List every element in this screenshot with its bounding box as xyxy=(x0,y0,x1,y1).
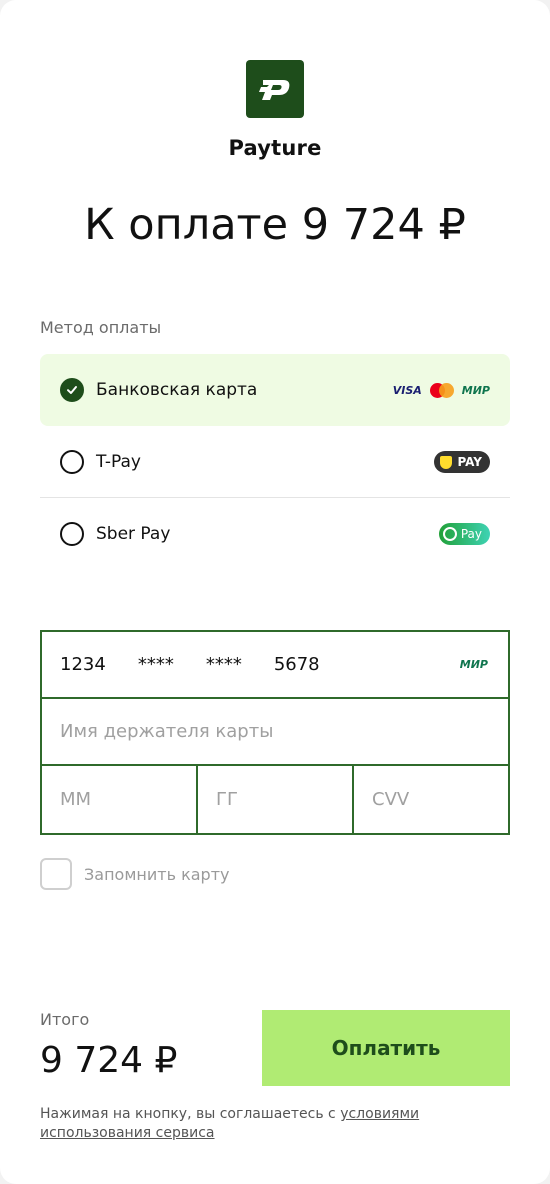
sberpay-badge-text: Pay xyxy=(460,527,482,541)
cvv-placeholder: CVV xyxy=(372,789,410,810)
pay-button[interactable]: Оплатить xyxy=(262,1010,510,1086)
brand-name: Payture xyxy=(228,136,322,160)
card-number-value: 1234 **** **** 5678 xyxy=(60,654,460,675)
radio-unchecked-icon[interactable] xyxy=(60,522,84,546)
terms-text: Нажимая на кнопку, вы соглашаетесь с усл… xyxy=(40,1105,510,1143)
payture-logo-icon xyxy=(246,60,304,118)
card-number-group: 5678 xyxy=(273,654,320,675)
payment-page: Payture К оплате 9 724 ₽ Метод оплаты Ба… xyxy=(0,0,550,1184)
checkbox-unchecked-icon[interactable] xyxy=(40,858,72,890)
card-holder-field[interactable]: Имя держателя карты xyxy=(42,699,508,766)
payment-option-label: Банковская карта xyxy=(96,380,258,400)
card-number-group: 1234 xyxy=(60,654,106,675)
card-holder-placeholder: Имя держателя карты xyxy=(60,721,274,742)
payment-option-label: Sber Pay xyxy=(96,524,171,544)
tpay-badge-text: PAY xyxy=(457,455,482,469)
expiry-year-field[interactable]: ГГ xyxy=(198,766,354,833)
total-value: 9 724 ₽ xyxy=(40,1040,178,1081)
card-number-group: **** xyxy=(205,654,242,675)
radio-checked-icon[interactable] xyxy=(60,378,84,402)
payment-option-label: T-Pay xyxy=(96,452,141,472)
payment-method-label: Метод оплаты xyxy=(40,318,162,337)
visa-logo-icon: VISA xyxy=(392,383,422,397)
cvv-field[interactable]: CVV xyxy=(354,766,508,833)
amount-title: К оплате 9 724 ₽ xyxy=(84,200,466,250)
card-expiry-cvv-row: ММ ГГ CVV xyxy=(42,766,508,833)
expiry-month-field[interactable]: ММ xyxy=(42,766,198,833)
expiry-year-placeholder: ГГ xyxy=(216,789,238,810)
card-network-logos: VISA МИР xyxy=(392,382,490,398)
mir-logo-icon: МИР xyxy=(461,383,490,397)
mir-logo-icon: МИР xyxy=(459,658,488,671)
payment-option-bank-card[interactable]: Банковская карта VISA МИР xyxy=(40,354,510,426)
radio-unchecked-icon[interactable] xyxy=(60,450,84,474)
sberpay-logo-icon: Pay xyxy=(438,523,490,545)
expiry-month-placeholder: ММ xyxy=(60,789,92,810)
brand-header: Payture xyxy=(0,60,550,160)
tpay-logo-icon: PAY xyxy=(434,451,490,473)
remember-card-label: Запомнить карту xyxy=(84,864,230,884)
total-label: Итого xyxy=(40,1010,90,1029)
remember-card-checkbox[interactable]: Запомнить карту xyxy=(40,858,230,890)
card-number-group: **** xyxy=(137,654,174,675)
card-number-field[interactable]: 1234 **** **** 5678 МИР xyxy=(42,632,508,699)
payment-option-tpay[interactable]: T-Pay PAY xyxy=(40,426,510,498)
terms-prefix: Нажимая на кнопку, вы соглашаетесь с xyxy=(40,1106,341,1122)
card-form: 1234 **** **** 5678 МИР Имя держателя ка… xyxy=(40,630,510,835)
payment-option-sberpay[interactable]: Sber Pay Pay xyxy=(40,498,510,570)
mastercard-logo-icon xyxy=(429,382,454,398)
